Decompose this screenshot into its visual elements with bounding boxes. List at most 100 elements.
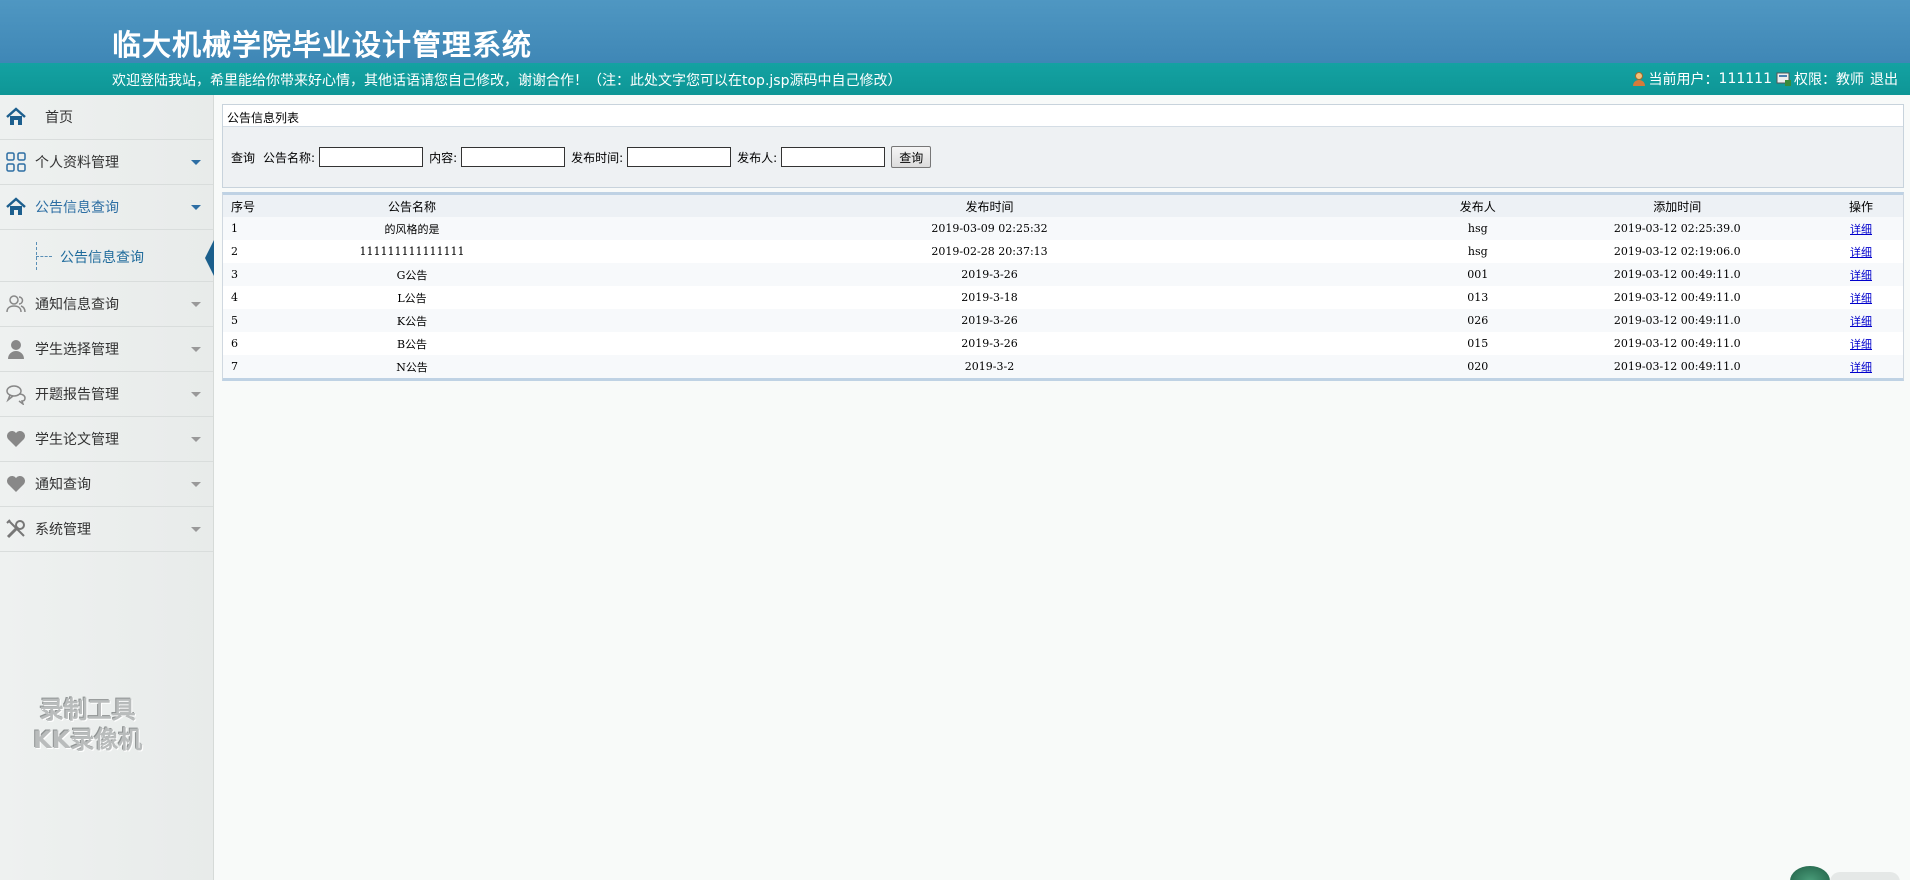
sidebar-item-thesis[interactable]: 学生论文管理	[0, 417, 213, 462]
column-header: 操作	[1819, 195, 1903, 217]
cell-publisher: hsg	[1420, 217, 1536, 240]
cell-index: 4	[231, 291, 238, 304]
publish-time-label: 发布时间:	[571, 150, 624, 165]
cell-index: 3	[223, 263, 265, 286]
sidebar-item-notification-query[interactable]: 通知信息查询	[0, 282, 213, 327]
cell-added-time: 2019-03-12 00:49:11.0	[1535, 309, 1819, 332]
column-header: 添加时间	[1535, 195, 1819, 217]
chevron-down-icon	[191, 482, 201, 487]
sidebar-item-label: 开题报告管理	[35, 387, 119, 403]
cell-publish-time: 2019-3-2	[559, 355, 1420, 378]
content-label: 内容:	[429, 150, 458, 165]
sidebar-item-proposal-report[interactable]: 开题报告管理	[0, 372, 213, 417]
header-banner: 临大机械学院毕业设计管理系统	[0, 0, 1910, 63]
cell-index: 5	[223, 309, 265, 332]
logout-link[interactable]: 退出	[1870, 69, 1898, 89]
main-content: 公告信息列表 查询 公告名称: 内容: 发布时间: 发布人: 查询 序号 公告名…	[222, 104, 1904, 381]
notice-name-input[interactable]	[319, 147, 424, 167]
publish-time-input[interactable]	[627, 147, 732, 167]
cell-publisher: 026	[1420, 309, 1536, 332]
permission-value: 教师	[1836, 72, 1864, 88]
cell-added-time: 2019-03-12 00:49:11.0	[1535, 263, 1819, 286]
cell-publish-time: 2019-3-26	[961, 337, 1018, 350]
publisher-input[interactable]	[781, 147, 886, 167]
cell-name: 的风格的是	[265, 217, 559, 240]
detail-link[interactable]: 详细	[1850, 338, 1872, 351]
sidebar-item-profile[interactable]: 个人资料管理	[0, 140, 213, 185]
watermark: 录制工具 KK录像机	[33, 695, 142, 755]
sidebar-subitem-label: 公告信息查询	[60, 250, 144, 266]
cell-index: 2	[231, 245, 238, 258]
panel-title: 公告信息列表	[223, 105, 1903, 127]
column-header: 公告名称	[265, 195, 559, 217]
notice-table: 序号 公告名称 发布时间 发布人 添加时间 操作 1 的风格的是 2019-03…	[223, 195, 1903, 378]
sidebar-subitem-notice-query[interactable]: 公告信息查询	[0, 230, 214, 282]
cell-name: K公告	[265, 309, 559, 332]
sidebar-item-notice-query[interactable]: 公告信息查询	[0, 185, 213, 230]
home-icon	[5, 106, 27, 128]
cell-name: 111111111111111	[359, 245, 465, 258]
watermark-line: KK录像机	[33, 726, 143, 754]
cell-publisher: 020	[1420, 355, 1536, 378]
chevron-down-icon	[191, 437, 201, 442]
sidebar-item-label: 系统管理	[35, 522, 91, 538]
users-icon	[5, 293, 27, 315]
sidebar: 首页 个人资料管理 公告信息查询 公告信息查询 通知信息查询 学生选择管理 开题…	[0, 95, 214, 880]
cell-index: 6	[231, 337, 238, 350]
chevron-down-icon	[191, 392, 201, 397]
welcome-text: 欢迎登陆我站，希里能给你带来好心情，其他话语请您自己修改，谢谢合作！（注：此处文…	[112, 73, 902, 89]
system-title: 临大机械学院毕业设计管理系统	[112, 28, 533, 62]
name-label: 公告名称:	[263, 150, 316, 165]
sidebar-item-label: 首页	[45, 110, 73, 126]
table-row: 2 111111111111111 2019-02-28 20:37:13 hs…	[223, 240, 1903, 263]
table-row: 1 的风格的是 2019-03-09 02:25:32 hsg 2019-03-…	[223, 217, 1903, 240]
column-header: 发布人	[1420, 195, 1536, 217]
detail-link[interactable]: 详细	[1850, 361, 1872, 374]
watermark-line: 录制工具	[39, 696, 136, 724]
chevron-down-icon	[191, 527, 201, 532]
detail-link[interactable]: 详细	[1850, 223, 1872, 236]
notice-table-wrap: 序号 公告名称 发布时间 发布人 添加时间 操作 1 的风格的是 2019-03…	[222, 192, 1904, 381]
column-header: 序号	[223, 195, 265, 217]
taskbar-pill	[1830, 872, 1900, 880]
sidebar-item-label: 通知查询	[35, 477, 91, 493]
sidebar-item-label: 通知信息查询	[35, 297, 119, 313]
cell-added-time: 2019-03-12 00:49:11.0	[1535, 355, 1819, 378]
cell-name: G公告	[265, 263, 559, 286]
cell-publisher: 015	[1467, 337, 1489, 350]
sidebar-item-student-selection[interactable]: 学生选择管理	[0, 327, 213, 372]
user-icon	[1631, 71, 1647, 87]
current-user: 111111	[1718, 71, 1772, 87]
sidebar-item-system[interactable]: 系统管理	[0, 507, 213, 552]
chevron-down-icon	[191, 302, 201, 307]
cell-publish-time: 2019-3-26	[559, 263, 1420, 286]
cell-publish-time: 2019-02-28 20:37:13	[931, 245, 1048, 258]
cell-name: N公告	[265, 355, 559, 378]
detail-link[interactable]: 详细	[1850, 246, 1872, 259]
search-panel: 公告信息列表 查询 公告名称: 内容: 发布时间: 发布人: 查询	[222, 104, 1904, 188]
detail-link[interactable]: 详细	[1850, 292, 1872, 305]
detail-link[interactable]: 详细	[1850, 269, 1872, 282]
query-label: 查询	[231, 150, 256, 165]
table-header-row: 序号 公告名称 发布时间 发布人 添加时间 操作	[223, 195, 1903, 217]
sidebar-item-notice[interactable]: 通知查询	[0, 462, 213, 507]
heart-icon	[5, 473, 27, 495]
publisher-label: 发布人:	[737, 150, 778, 165]
cell-index: 7	[223, 355, 265, 378]
active-pointer-icon	[205, 240, 214, 276]
search-form: 查询 公告名称: 内容: 发布时间: 发布人: 查询	[223, 127, 1903, 187]
heart-icon	[5, 428, 27, 450]
permission-icon	[1776, 71, 1792, 87]
detail-link[interactable]: 详细	[1850, 315, 1872, 328]
sidebar-item-label: 公告信息查询	[35, 200, 119, 216]
content-input[interactable]	[461, 147, 566, 167]
cell-name: L公告	[397, 291, 427, 305]
user-info: 当前用户： 111111 权限： 教师 退出	[1627, 69, 1898, 89]
sidebar-item-home[interactable]: 首页	[0, 95, 213, 140]
current-user-label: 当前用户：	[1648, 72, 1719, 88]
cell-publish-time: 2019-3-26	[559, 309, 1420, 332]
cell-added-time: 2019-03-12 00:49:11.0	[1613, 291, 1741, 304]
chat-icon	[5, 383, 27, 405]
search-button[interactable]: 查询	[891, 146, 932, 168]
sidebar-item-label: 学生论文管理	[35, 432, 119, 448]
